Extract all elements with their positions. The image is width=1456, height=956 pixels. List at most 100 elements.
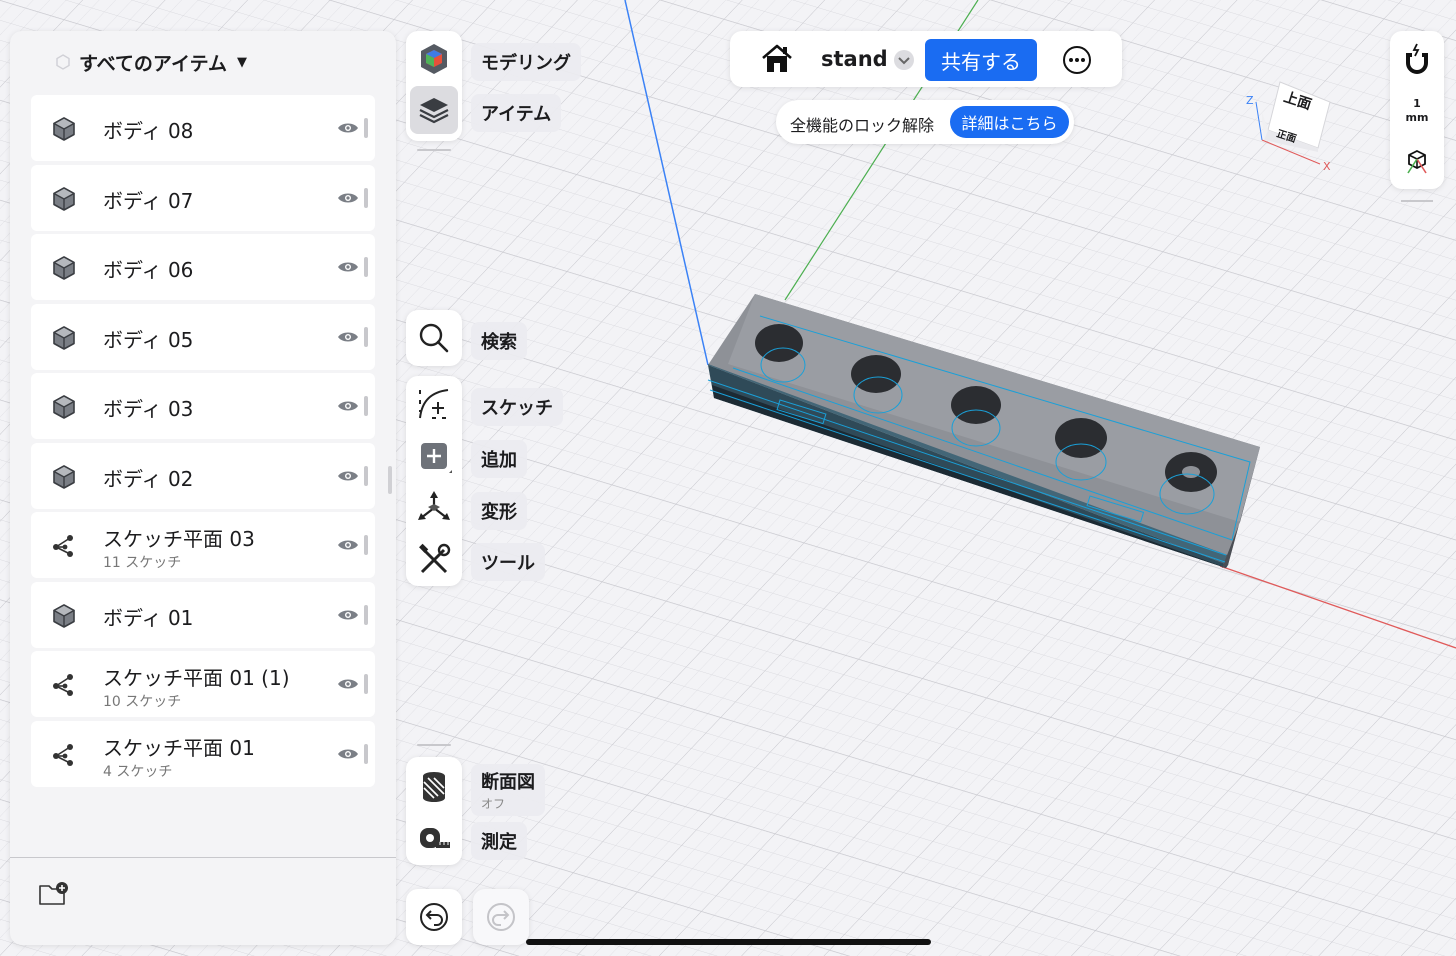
sketch-icon[interactable]: [416, 386, 452, 422]
panel-divider: [10, 857, 396, 858]
item-label: ボディ 07: [103, 188, 194, 213]
item-label: ボディ 02: [103, 466, 194, 491]
separator: [1401, 200, 1433, 202]
row-drag-handle[interactable]: [364, 674, 368, 694]
item-label: スケッチ平面 01: [103, 735, 255, 760]
measure-label[interactable]: 測定: [471, 822, 527, 860]
home-icon[interactable]: [760, 43, 794, 75]
item-label: スケッチ平面 03: [103, 527, 255, 551]
separator: [417, 149, 451, 151]
item-row-sketch[interactable]: スケッチ平面 01 4 スケッチ: [31, 720, 375, 787]
chevron-down-icon[interactable]: [893, 49, 915, 71]
view-orientation-icon[interactable]: [1404, 147, 1430, 175]
item-row-sketch[interactable]: スケッチ平面 03 11 スケッチ: [31, 512, 375, 578]
viewcube-axis-z: Z: [1246, 94, 1254, 107]
item-label: ボディ 06: [103, 258, 194, 282]
section-view-icon[interactable]: [416, 768, 452, 804]
grid-unit-label[interactable]: mm: [1390, 111, 1444, 124]
tape-measure-icon[interactable]: [416, 820, 452, 856]
viewcube-axis-x: X: [1323, 160, 1331, 173]
row-drag-handle[interactable]: [364, 604, 368, 625]
redo-icon: [487, 903, 515, 931]
separator: [417, 744, 451, 746]
tools-wrench-icon[interactable]: [416, 542, 452, 578]
visibility-eye-icon[interactable]: [337, 469, 359, 483]
body-cube-icon: [53, 256, 75, 280]
row-drag-handle[interactable]: [364, 118, 368, 138]
row-drag-handle[interactable]: [364, 535, 368, 555]
undo-icon: [420, 903, 448, 931]
body-cube-icon: [53, 117, 75, 141]
sketch-plane-icon: [53, 535, 73, 557]
item-row-body[interactable]: ボディ 06: [31, 234, 375, 300]
add-plus-icon[interactable]: [416, 438, 452, 474]
new-folder-icon[interactable]: [38, 880, 70, 908]
item-label: ボディ 03: [103, 397, 194, 421]
grid-unit-value[interactable]: 1: [1390, 97, 1444, 110]
snap-magnet-icon[interactable]: [1403, 43, 1431, 75]
items-filter-label: すべてのアイテム: [79, 52, 228, 75]
item-row-body[interactable]: ボディ 02: [31, 442, 375, 509]
body-cube-icon: [53, 603, 75, 628]
sketch-plane-icon: [53, 674, 73, 696]
sketch-label[interactable]: スケッチ: [471, 388, 563, 426]
item-row-body[interactable]: ボディ 01: [31, 581, 375, 648]
caret-down-icon: ▼: [237, 54, 248, 70]
tab-modeling[interactable]: モデリング: [471, 43, 581, 81]
visibility-eye-icon[interactable]: [337, 538, 359, 552]
body-cube-icon: [53, 186, 75, 211]
item-label: ボディ 01: [103, 605, 194, 630]
row-drag-handle[interactable]: [364, 743, 368, 764]
items-filter-dropdown[interactable]: すべてのアイテム ▼: [55, 50, 248, 75]
hexagon-icon: [56, 54, 70, 70]
visibility-eye-icon[interactable]: [337, 191, 359, 205]
row-drag-handle[interactable]: [364, 257, 368, 277]
visibility-eye-icon[interactable]: [337, 677, 359, 691]
row-drag-handle[interactable]: [364, 465, 368, 486]
row-drag-handle[interactable]: [364, 326, 368, 347]
visibility-eye-icon[interactable]: [337, 121, 359, 135]
visibility-eye-icon[interactable]: [337, 260, 359, 274]
row-drag-handle[interactable]: [364, 187, 368, 208]
visibility-eye-icon[interactable]: [337, 608, 359, 622]
body-cube-icon: [53, 464, 75, 489]
panel-resize-handle[interactable]: [388, 466, 392, 494]
item-row-body[interactable]: ボディ 05: [31, 303, 375, 370]
item-label: スケッチ平面 01 (1): [103, 666, 290, 690]
home-indicator[interactable]: [526, 939, 931, 945]
share-button[interactable]: 共有する: [925, 39, 1037, 81]
search-label[interactable]: 検索: [471, 322, 527, 360]
tab-items[interactable]: アイテム: [471, 94, 562, 132]
modeling-cube-icon[interactable]: [416, 41, 452, 77]
item-row-body[interactable]: ボディ 07: [31, 164, 375, 231]
section-view-state: オフ: [481, 797, 506, 811]
item-row-sketch[interactable]: スケッチ平面 01 (1) 10 スケッチ: [31, 651, 375, 717]
more-options-icon[interactable]: [1062, 45, 1092, 75]
row-drag-handle[interactable]: [364, 396, 368, 416]
item-sub-label: 4 スケッチ: [103, 763, 173, 780]
body-cube-icon: [53, 395, 75, 419]
item-row-body[interactable]: ボディ 03: [31, 373, 375, 439]
learn-more-button[interactable]: 詳細はこちら: [950, 106, 1069, 138]
unlock-banner: 全機能のロック解除 詳細はこちら: [776, 100, 1074, 144]
item-row-body[interactable]: ボディ 08: [31, 95, 375, 161]
section-view-label: 断面図: [481, 772, 535, 793]
item-sub-label: 10 スケッチ: [103, 694, 182, 710]
tool-label[interactable]: ツール: [471, 543, 545, 581]
unlock-text: 全機能のロック解除: [790, 116, 935, 135]
visibility-eye-icon[interactable]: [337, 330, 359, 344]
transform-label[interactable]: 変形: [471, 492, 527, 530]
item-label: ボディ 08: [103, 119, 194, 143]
section-view-toggle[interactable]: 断面図 オフ: [471, 764, 545, 816]
add-label[interactable]: 追加: [471, 440, 527, 478]
item-label: ボディ 05: [103, 327, 194, 352]
search-icon: [419, 323, 449, 353]
body-cube-icon: [53, 325, 75, 350]
visibility-eye-icon[interactable]: [337, 747, 359, 761]
transform-icon[interactable]: [416, 490, 452, 526]
layers-icon[interactable]: [416, 92, 452, 128]
visibility-eye-icon[interactable]: [337, 399, 359, 413]
item-sub-label: 11 スケッチ: [103, 555, 182, 571]
document-bar: stand 共有する: [730, 31, 1122, 87]
document-name[interactable]: stand: [821, 47, 888, 71]
